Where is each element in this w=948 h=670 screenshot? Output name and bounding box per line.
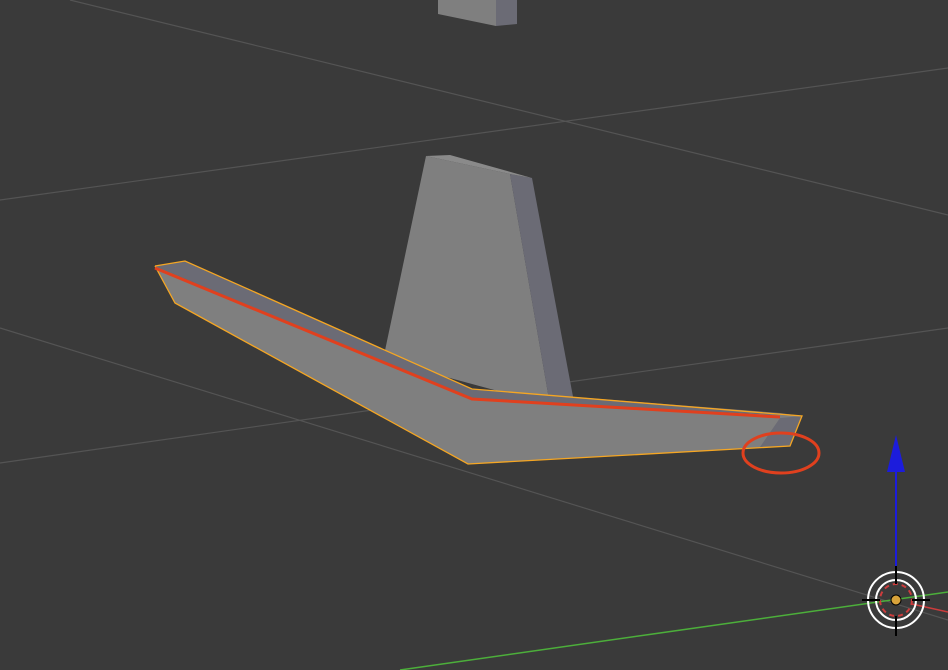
z-axis-arrow-icon[interactable] xyxy=(887,435,905,570)
far-object[interactable] xyxy=(438,0,517,26)
y-axis-line xyxy=(399,591,948,670)
3d-viewport[interactable] xyxy=(0,0,948,670)
3d-cursor-icon[interactable] xyxy=(862,566,930,636)
viewport-scene[interactable] xyxy=(0,0,948,670)
